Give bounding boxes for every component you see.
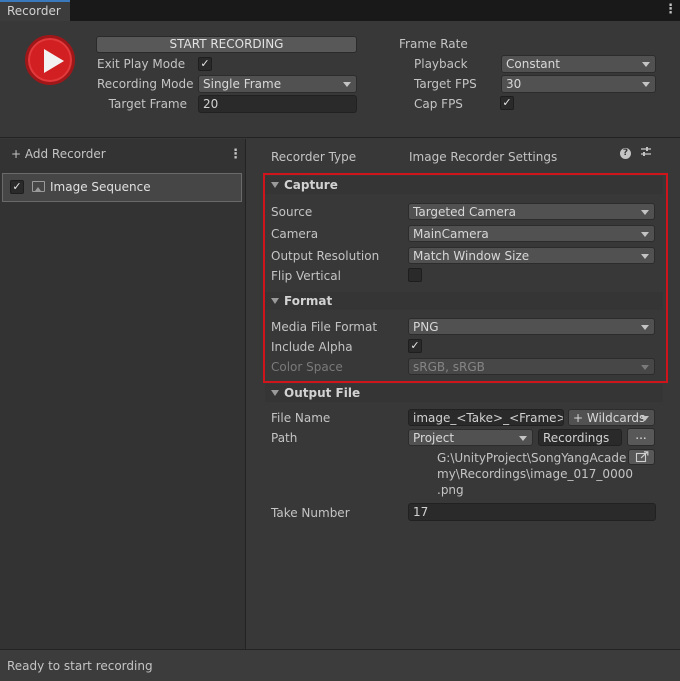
play-icon[interactable]	[25, 35, 75, 85]
recorder-list-panel	[0, 139, 246, 649]
take-number-label: Take Number	[271, 506, 350, 520]
chevron-down-icon	[642, 82, 650, 87]
highlight-frame	[263, 173, 668, 383]
recording-mode-value: Single Frame	[203, 77, 282, 91]
full-path-text: G:\UnityProject\SongYangAcade my\Recordi…	[437, 450, 633, 498]
full-path-line: .png	[437, 483, 464, 497]
exit-play-mode-checkbox[interactable]: ✓	[198, 57, 212, 71]
wildcards-label: + Wildcards	[573, 411, 646, 425]
status-text: Ready to start recording	[7, 659, 153, 673]
target-fps-dropdown[interactable]: 30	[501, 75, 656, 93]
path-root-dropdown[interactable]: Project	[408, 429, 533, 446]
path-folder-input[interactable]: Recordings	[538, 429, 622, 446]
browse-button[interactable]: ...	[627, 428, 655, 446]
chevron-down-icon	[641, 416, 649, 421]
playback-dropdown[interactable]: Constant	[501, 55, 656, 73]
cap-fps-checkbox[interactable]: ✓	[500, 96, 514, 110]
exit-play-mode-label: Exit Play Mode	[97, 57, 186, 71]
full-path-line: my\Recordings\image_017_0000	[437, 467, 633, 481]
open-external-icon[interactable]	[628, 449, 655, 465]
window-menu-icon[interactable]: ⋮	[664, 3, 677, 16]
output-file-heading: Output File	[284, 386, 361, 400]
image-icon	[32, 181, 45, 192]
recording-mode-dropdown[interactable]: Single Frame	[198, 75, 357, 93]
file-name-input[interactable]: image_<Take>_<Frame>	[408, 409, 564, 426]
start-recording-button[interactable]: START RECORDING	[96, 36, 357, 53]
path-label: Path	[271, 431, 298, 445]
preset-sliders-icon[interactable]	[640, 146, 652, 158]
frame-rate-heading: Frame Rate	[399, 37, 468, 51]
recorder-item-label: Image Sequence	[50, 180, 151, 194]
help-icon[interactable]: ?	[620, 148, 631, 159]
take-number-input[interactable]: 17	[408, 503, 656, 521]
tab-recorder[interactable]: Recorder	[0, 0, 70, 21]
recorder-list-menu-icon[interactable]: ⋮	[229, 148, 242, 161]
chevron-down-icon	[519, 436, 527, 441]
chevron-down-icon	[642, 62, 650, 67]
cap-fps-label: Cap FPS	[414, 97, 463, 111]
playback-value: Constant	[506, 57, 560, 71]
wildcards-dropdown[interactable]: + Wildcards	[568, 409, 655, 426]
recorder-type-value: Image Recorder Settings	[409, 150, 558, 164]
target-frame-label: Target Frame	[108, 97, 187, 111]
target-fps-label: Target FPS	[414, 77, 477, 91]
recorder-enabled-checkbox[interactable]: ✓	[10, 180, 24, 194]
status-bar: Ready to start recording	[0, 649, 680, 681]
recorder-type-label: Recorder Type	[271, 150, 357, 164]
foldout-arrow-icon	[271, 390, 279, 396]
output-file-section-header[interactable]: Output File	[265, 384, 663, 402]
add-recorder-button[interactable]: + Add Recorder	[11, 147, 106, 161]
path-root-value: Project	[413, 431, 455, 445]
playback-label: Playback	[414, 57, 468, 71]
file-name-label: File Name	[271, 411, 331, 425]
tab-bar	[0, 0, 680, 21]
chevron-down-icon	[343, 82, 351, 87]
full-path-line: G:\UnityProject\SongYangAcade	[437, 451, 627, 465]
target-fps-value: 30	[506, 77, 522, 91]
target-frame-input[interactable]: 20	[198, 95, 357, 113]
recording-mode-label: Recording Mode	[97, 77, 194, 91]
